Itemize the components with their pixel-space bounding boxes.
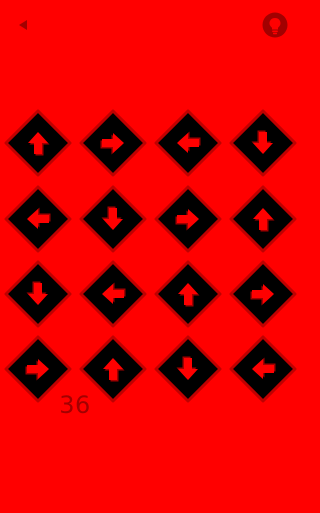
arrow-tile-down[interactable] <box>4 260 72 328</box>
arrow-tile-down[interactable] <box>229 109 297 177</box>
arrow-tile-right[interactable] <box>229 260 297 328</box>
arrow-tile-down[interactable] <box>79 185 147 253</box>
lightbulb-hint-icon <box>262 12 288 38</box>
arrow-tile-up[interactable] <box>4 109 72 177</box>
arrow-tile-right[interactable] <box>79 109 147 177</box>
arrow-tile-up[interactable] <box>154 260 222 328</box>
arrow-tile-left[interactable] <box>229 335 297 403</box>
arrow-tile-left[interactable] <box>154 109 222 177</box>
arrow-tile-left[interactable] <box>4 185 72 253</box>
move-counter: 36 <box>59 391 91 419</box>
back-triangle-icon <box>19 20 27 30</box>
hint-button[interactable] <box>262 12 288 38</box>
back-button[interactable] <box>12 14 34 36</box>
arrow-tile-left[interactable] <box>79 260 147 328</box>
arrow-tile-down[interactable] <box>154 335 222 403</box>
arrow-tile-up[interactable] <box>229 185 297 253</box>
arrow-tile-right[interactable] <box>154 185 222 253</box>
